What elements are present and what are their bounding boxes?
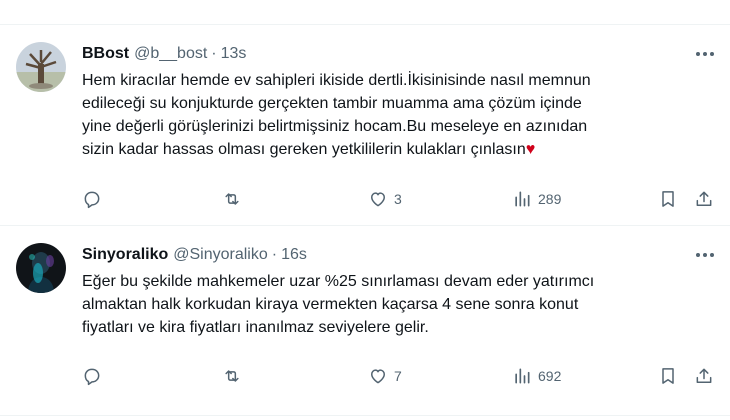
action-bar: 3 289 — [82, 187, 722, 211]
bookmark-icon — [662, 191, 674, 207]
tree-sculpture-avatar-icon — [16, 42, 66, 92]
views-button[interactable]: 692 — [512, 364, 561, 388]
tweet-text: Hem kiracılar hemde ev sahipleri ikiside… — [82, 69, 712, 161]
tweet-card[interactable]: BBost @b__bost · 13s Hem kiracılar hemde… — [0, 25, 730, 225]
separator-dot: · — [211, 45, 217, 62]
user-handle[interactable]: @Sinyoraliko — [173, 246, 268, 264]
red-heart-emoji: ♥ — [525, 141, 536, 158]
more-options-icon[interactable] — [694, 246, 716, 264]
reply-button[interactable] — [82, 364, 108, 388]
analytics-icon — [515, 368, 530, 384]
tweet-card[interactable]: Sinyoraliko @Sinyoraliko · 16s Eğer bu ş… — [0, 226, 730, 416]
share-icon — [696, 191, 712, 206]
share-button[interactable] — [694, 364, 714, 388]
retweet-icon — [225, 193, 239, 205]
view-count: 692 — [538, 368, 562, 384]
user-handle[interactable]: @b__bost — [134, 45, 207, 63]
reply-icon — [84, 368, 100, 386]
analytics-icon — [515, 191, 530, 207]
action-bar: 7 692 — [82, 364, 722, 388]
tweet-divider — [0, 415, 730, 416]
tweet-header: BBost @b__bost · 13s — [82, 43, 246, 65]
avatar[interactable] — [16, 243, 66, 293]
separator-dot: · — [271, 246, 278, 263]
bookmark-icon — [662, 368, 674, 384]
tweet-header: Sinyoraliko @Sinyoraliko · 16s — [82, 244, 307, 266]
like-count: 7 — [394, 368, 402, 384]
like-button[interactable]: 3 — [368, 187, 402, 211]
retweet-button[interactable] — [222, 187, 248, 211]
tweet-text: Eğer bu şekilde mahkemeler uzar %25 sını… — [82, 270, 712, 339]
view-count: 289 — [538, 191, 562, 207]
heart-icon — [371, 369, 385, 384]
bookmark-button[interactable] — [658, 364, 678, 388]
bookmark-button[interactable] — [658, 187, 678, 211]
share-icon — [696, 368, 712, 383]
retweet-button[interactable] — [222, 364, 248, 388]
reply-icon — [84, 191, 100, 209]
like-count: 3 — [394, 191, 402, 207]
timeline-feed: BBost @b__bost · 13s Hem kiracılar hemde… — [0, 0, 730, 420]
display-name[interactable]: BBost — [82, 45, 129, 63]
like-button[interactable]: 7 — [368, 364, 402, 388]
tweet-timestamp[interactable]: 16s — [281, 246, 307, 264]
views-button[interactable]: 289 — [512, 187, 561, 211]
share-button[interactable] — [694, 187, 714, 211]
reply-button[interactable] — [82, 187, 108, 211]
tweet-body: Hem kiracılar hemde ev sahipleri ikiside… — [82, 72, 591, 158]
display-name[interactable]: Sinyoraliko — [82, 246, 168, 264]
tweet-timestamp[interactable]: 13s — [221, 45, 247, 63]
dark-neon-avatar-icon — [16, 243, 66, 293]
avatar[interactable] — [16, 42, 66, 92]
tweet-body: Eğer bu şekilde mahkemeler uzar %25 sını… — [82, 273, 595, 336]
retweet-icon — [225, 370, 239, 382]
heart-icon — [371, 192, 385, 207]
more-options-icon[interactable] — [694, 45, 716, 63]
